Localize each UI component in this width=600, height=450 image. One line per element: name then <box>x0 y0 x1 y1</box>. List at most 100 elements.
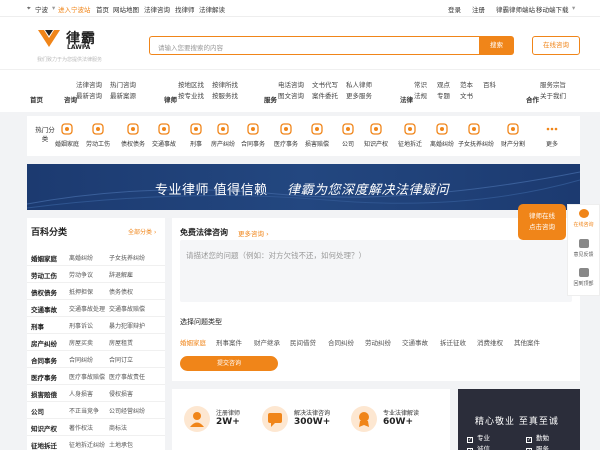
nav-item[interactable]: 按服务找 <box>212 90 238 100</box>
mobile-download-link[interactable]: 移动端下载 <box>536 4 569 14</box>
sidebar-row-link[interactable]: 抵押担保 <box>69 287 93 296</box>
nav-item[interactable]: 电话咨询 <box>278 79 304 89</box>
sidebar-row-link[interactable]: 人身损害 <box>69 389 93 398</box>
nav-link-law-read[interactable]: 法律解读 <box>199 4 225 14</box>
sidebar-row-link[interactable]: 劳动争议 <box>69 270 93 279</box>
category-6[interactable]: 合同事务 <box>237 122 269 148</box>
nav-item[interactable]: 热门咨询 <box>110 79 136 89</box>
all-categories-link[interactable]: 全部分类 › <box>128 227 156 236</box>
nav-link-sitemap[interactable]: 网站地图 <box>113 4 139 14</box>
sidebar-row-head[interactable]: 损害赔偿 <box>31 389 57 399</box>
nav-item[interactable]: 常识 <box>414 79 427 89</box>
sidebar-row-head[interactable]: 公司 <box>31 406 44 416</box>
category-14[interactable]: 财产分割 <box>497 122 529 148</box>
nav-item[interactable]: 法规 <box>414 90 427 100</box>
problem-type-option[interactable]: 拆迁征收 <box>440 337 466 347</box>
question-textarea[interactable]: 请描述您的问题（例如：对方欠钱不还，如何处理？） <box>180 240 572 302</box>
category-2[interactable]: 债权债务 <box>117 122 149 148</box>
nav-item[interactable]: 按专业找 <box>178 90 204 100</box>
sidebar-row-link[interactable]: 离婚纠纷 <box>69 253 93 262</box>
sidebar-row-link[interactable]: 医疗事故责任 <box>109 372 145 381</box>
category-10[interactable]: 知识产权 <box>360 122 392 148</box>
sidebar-row-link[interactable]: 子女抚养纠纷 <box>109 253 145 262</box>
promo-banner[interactable]: 专业律师 值得信赖 律霸为您深度解决法律疑问 <box>27 164 580 210</box>
sidebar-row-link[interactable]: 房屋租赁 <box>109 338 133 347</box>
nav-item[interactable]: 最新案源 <box>110 90 136 100</box>
sidebar-row-link[interactable]: 公司经营纠纷 <box>109 406 145 415</box>
category-12[interactable]: 离婚纠纷 <box>426 122 458 148</box>
nav-item[interactable]: 文书代写 <box>312 79 338 89</box>
sidebar-row-link[interactable]: 辞退解雇 <box>109 270 133 279</box>
nav-item[interactable]: 观点 <box>437 79 450 89</box>
sidebar-row-link[interactable]: 刑事诉讼 <box>69 321 93 330</box>
nav-item[interactable]: 更多服务 <box>346 90 372 100</box>
sidebar-row-link[interactable]: 房屋买卖 <box>69 338 93 347</box>
login-link[interactable]: 登录 <box>448 4 461 14</box>
sidebar-row-link[interactable]: 商标法 <box>109 423 127 432</box>
problem-type-option[interactable]: 财产继承 <box>254 337 280 347</box>
sidebar-row-link[interactable]: 著作权法 <box>69 423 93 432</box>
sidebar-row-link[interactable]: 交通事故处理 <box>69 304 105 313</box>
sidebar-row-head[interactable]: 医疗事务 <box>31 372 57 382</box>
nav-item[interactable]: 法律咨询 <box>76 79 102 89</box>
problem-type-option[interactable]: 消费维权 <box>477 337 503 347</box>
submit-consult-button[interactable]: 提交咨询 <box>180 356 278 371</box>
problem-type-option[interactable]: 劳动纠纷 <box>365 337 391 347</box>
sidebar-row-link[interactable]: 合同订立 <box>109 355 133 364</box>
float-feedback[interactable]: 意见反馈 <box>567 239 600 258</box>
nav-link-home[interactable]: 首页 <box>96 4 109 14</box>
sidebar-row-head[interactable]: 合同事务 <box>31 355 57 365</box>
lawyer-online-bubble[interactable]: 律师在线 点击咨询 <box>518 204 566 240</box>
float-online-consult[interactable]: 在线咨询 <box>567 209 600 228</box>
category-0[interactable]: 婚姻家庭 <box>51 122 83 148</box>
nav-link-find-lawyer[interactable]: 找律师 <box>175 4 195 14</box>
problem-type-option[interactable]: 民间借贷 <box>290 337 316 347</box>
nav-item[interactable]: 服务宗旨 <box>540 79 566 89</box>
problem-type-option[interactable]: 其他案件 <box>514 337 540 347</box>
sidebar-row-link[interactable]: 不正当竞争 <box>69 406 99 415</box>
sidebar-row-link[interactable]: 债务债权 <box>109 287 133 296</box>
sidebar-row-link[interactable]: 征地拆迁纠纷 <box>69 440 105 449</box>
sidebar-row-head[interactable]: 债权债务 <box>31 287 57 297</box>
sidebar-row-head[interactable]: 刑事 <box>31 321 44 331</box>
search-input[interactable]: 请输入您要搜索的内容 <box>149 36 479 55</box>
nav-item[interactable]: 范本 <box>460 79 473 89</box>
nav-item[interactable]: 私人律师 <box>346 79 372 89</box>
nav-home[interactable]: 首页 <box>30 94 43 104</box>
sidebar-row-link[interactable]: 土地承包 <box>109 440 133 449</box>
problem-type-option[interactable]: 刑事案件 <box>216 337 242 347</box>
category-13[interactable]: 子女抚养纠纷 <box>458 122 494 148</box>
sidebar-row-link[interactable]: 侵权损害 <box>109 389 133 398</box>
sidebar-row-head[interactable]: 劳动工伤 <box>31 270 57 280</box>
logo-icon[interactable] <box>37 27 61 49</box>
enter-city-link[interactable]: 进入宁波站 <box>58 4 91 14</box>
nav-item[interactable]: 文书 <box>460 90 473 100</box>
sidebar-row-head[interactable]: 房产纠纷 <box>31 338 57 348</box>
nav-item[interactable]: 最新咨询 <box>76 90 102 100</box>
nav-item[interactable]: 百科 <box>483 79 496 89</box>
sidebar-row-link[interactable]: 医疗事故赔偿 <box>69 372 105 381</box>
nav-item[interactable]: 按地区找 <box>178 79 204 89</box>
nav-item[interactable]: 专题 <box>437 90 450 100</box>
category-3[interactable]: 交通事故 <box>148 122 180 148</box>
problem-type-option[interactable]: 婚姻家庭 <box>180 337 206 347</box>
sidebar-row-link[interactable]: 暴力犯罪辩护 <box>109 321 145 330</box>
online-consult-button[interactable]: 在线咨询 <box>532 36 580 55</box>
category-11[interactable]: 征地拆迁 <box>394 122 426 148</box>
nav-item[interactable]: 按律所找 <box>212 79 238 89</box>
sidebar-row-head[interactable]: 婚姻家庭 <box>31 253 57 263</box>
nav-link-consult[interactable]: 法律咨询 <box>144 4 170 14</box>
nav-item[interactable]: 关于我们 <box>540 90 566 100</box>
category-15[interactable]: 更多 <box>536 122 568 148</box>
problem-type-option[interactable]: 交通事故 <box>402 337 428 347</box>
category-7[interactable]: 医疗事务 <box>270 122 302 148</box>
more-consult-link[interactable]: 更多咨询 › <box>238 228 269 238</box>
nav-item[interactable]: 案件委托 <box>312 90 338 100</box>
sidebar-row-link[interactable]: 交通事故赔偿 <box>109 304 145 313</box>
nav-item[interactable]: 图文咨询 <box>278 90 304 100</box>
sidebar-row-head[interactable]: 交通事故 <box>31 304 57 314</box>
city-selector[interactable]: 宁波 <box>35 4 48 14</box>
sidebar-row-link[interactable]: 合同纠纷 <box>69 355 93 364</box>
float-back-to-top[interactable]: 回到顶部 <box>567 268 600 287</box>
sidebar-row-head[interactable]: 知识产权 <box>31 423 57 433</box>
